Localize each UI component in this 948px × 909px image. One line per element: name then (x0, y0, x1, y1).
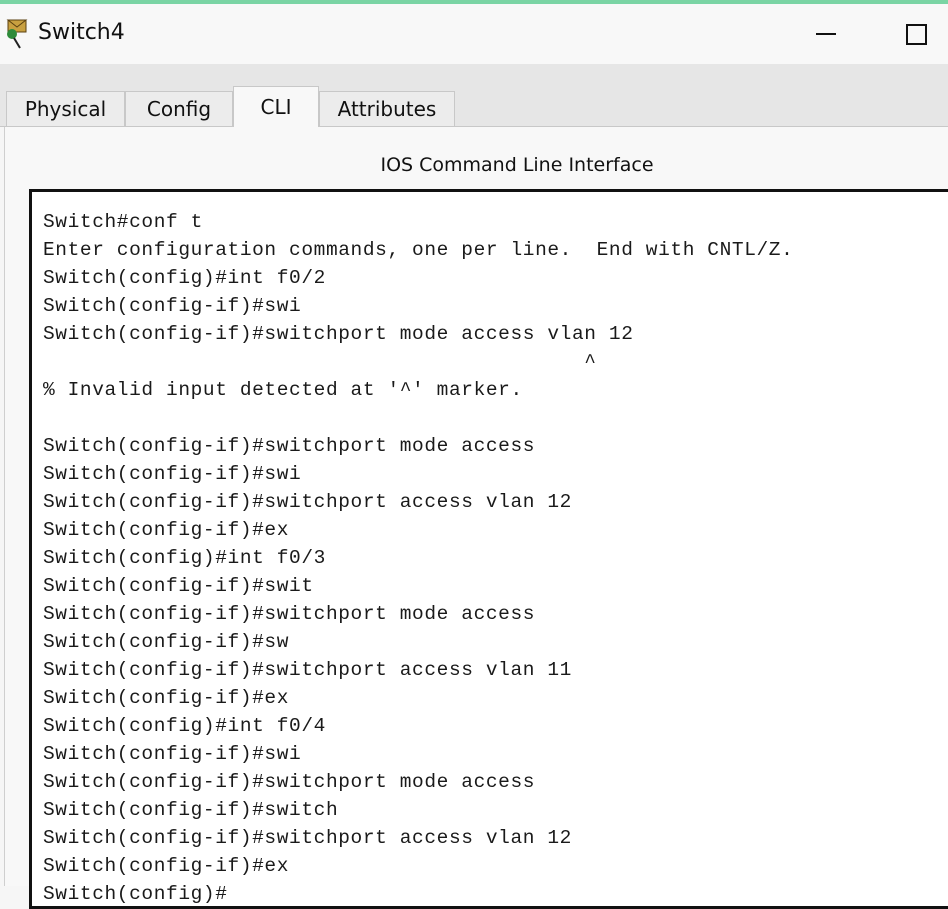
minimize-button[interactable] (806, 14, 846, 54)
terminal-line: Switch(config-if)#ex (43, 519, 290, 541)
terminal-line: Switch(config-if)#ex (43, 687, 290, 709)
maximize-button[interactable] (896, 14, 936, 54)
terminal-line: Switch(config)#int f0/4 (43, 715, 326, 737)
terminal-line: Switch(config-if)#sw (43, 631, 290, 653)
cli-heading: IOS Command Line Interface (380, 154, 654, 176)
cli-terminal[interactable]: Switch#conf t Enter configuration command… (29, 189, 948, 909)
terminal-line: Switch(config-if)#switchport access vlan… (43, 827, 572, 849)
terminal-line: Switch(config-if)#swi (43, 463, 302, 485)
cli-panel: IOS Command Line Interface Switch#conf t… (4, 127, 948, 909)
tab-cli[interactable]: CLI (233, 86, 319, 127)
terminal-line: Switch(config-if)#swi (43, 295, 302, 317)
terminal-line: Switch(config-if)#switchport access vlan… (43, 659, 572, 681)
tab-config[interactable]: Config (125, 91, 233, 126)
terminal-line: Switch(config)#int f0/2 (43, 267, 326, 289)
tab-attributes[interactable]: Attributes (319, 91, 455, 126)
tab-bar: Physical Config CLI Attributes (0, 64, 948, 127)
terminal-line: Switch(config)# (43, 883, 228, 905)
terminal-line: Switch(config-if)#switchport mode access… (43, 323, 634, 345)
title-bar: Switch4 (0, 4, 948, 64)
terminal-line: Enter configuration commands, one per li… (43, 239, 794, 261)
terminal-line: Switch(config-if)#switchport mode access (43, 435, 536, 457)
terminal-line: ^ (43, 351, 597, 373)
tab-physical[interactable]: Physical (6, 91, 125, 126)
terminal-line: Switch#conf t (43, 211, 203, 233)
maximize-icon (905, 23, 927, 45)
terminal-line: Switch(config)#int f0/3 (43, 547, 326, 569)
terminal-line: Switch(config-if)#switchport access vlan… (43, 491, 572, 513)
terminal-line: Switch(config-if)#swi (43, 743, 302, 765)
terminal-line: Switch(config-if)#swit (43, 575, 314, 597)
terminal-line: Switch(config-if)#ex (43, 855, 290, 877)
switch-device-icon (4, 18, 30, 50)
terminal-line: Switch(config-if)#switchport mode access (43, 771, 536, 793)
terminal-line: Switch(config-if)#switchport mode access (43, 603, 536, 625)
window-title: Switch4 (38, 20, 125, 45)
terminal-line: Switch(config-if)#switch (43, 799, 339, 821)
terminal-output: Switch#conf t Enter configuration command… (43, 208, 793, 908)
minimize-icon (816, 33, 836, 35)
terminal-line: % Invalid input detected at '^' marker. (43, 379, 523, 401)
